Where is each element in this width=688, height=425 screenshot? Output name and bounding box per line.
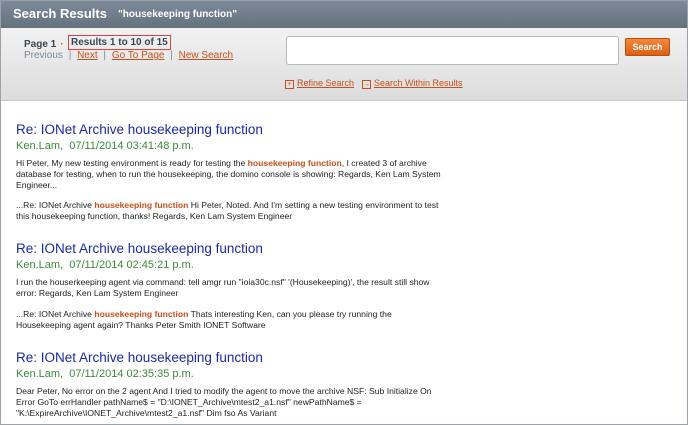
nav-separator: | xyxy=(103,50,107,61)
result-title-link[interactable]: Re: IONet Archive housekeeping function xyxy=(16,241,446,256)
refine-search-label[interactable]: Refine Search xyxy=(297,78,354,88)
goto-page-link[interactable]: Go To Page xyxy=(112,50,165,61)
result-item: Re: IONet Archive housekeeping function … xyxy=(16,122,446,222)
page-number-label: Page 1 · xyxy=(24,39,64,50)
search-term-highlight: housekeeping function xyxy=(94,309,189,319)
result-author: Ken.Lam xyxy=(16,368,61,380)
result-meta: Ken.Lam, 07/11/2014 03:41:48 p.m. xyxy=(16,140,194,152)
result-date: 07/11/2014 02:45:21 p.m. xyxy=(69,259,194,271)
result-author: Ken.Lam xyxy=(16,140,61,152)
pager-nav: Previous | Next | Go To Page | New Searc… xyxy=(24,50,233,61)
results-count-label: Results 1 to 10 of 15 xyxy=(68,35,171,50)
result-date: 07/11/2014 03:41:48 p.m. xyxy=(69,140,194,152)
result-snippet: Dear Peter, No error on the 2 agent And … xyxy=(16,386,446,419)
expand-icon: + xyxy=(285,80,294,89)
result-snippet: ...Re: IONet Archive housekeeping functi… xyxy=(16,200,446,222)
page-number-text: Page 1 xyxy=(24,39,57,50)
nav-separator: | xyxy=(68,50,72,61)
search-controls-panel: Page 1 · Results 1 to 10 of 15 Previous |… xyxy=(1,28,687,101)
next-link[interactable]: Next xyxy=(77,50,98,61)
result-item: Re: IONet Archive housekeeping function … xyxy=(16,241,446,331)
result-snippet: ...Re: IONet Archive housekeeping functi… xyxy=(16,309,446,331)
result-item: Re: IONet Archive housekeeping function … xyxy=(16,350,446,419)
search-button[interactable]: Search xyxy=(625,38,670,56)
result-author: Ken.Lam xyxy=(16,259,61,271)
result-title-link[interactable]: Re: IONet Archive housekeeping function xyxy=(16,122,446,137)
snippet-text: I run the houserkeeping agent via comman… xyxy=(16,277,430,298)
refine-search-link[interactable]: + Refine Search xyxy=(285,78,354,89)
result-meta: Ken.Lam, 07/11/2014 02:45:21 p.m. xyxy=(16,259,194,271)
header-bar: Search Results "housekeeping function" xyxy=(1,1,687,28)
result-meta: Ken.Lam, 07/11/2014 02:35:35 p.m. xyxy=(16,368,194,380)
search-input[interactable] xyxy=(286,36,619,65)
separator-dot: · xyxy=(60,39,64,50)
result-date: 07/11/2014 02:35:35 p.m. xyxy=(69,368,194,380)
search-results-window: Search Results "housekeeping function" P… xyxy=(0,0,688,425)
page-title: Search Results xyxy=(13,6,107,21)
snippet-text: Dear Peter, No error on the 2 agent And … xyxy=(16,386,432,418)
result-snippet: I run the houserkeeping agent via comman… xyxy=(16,277,446,299)
search-term-highlight: housekeeping function xyxy=(94,200,189,210)
arrow-right-icon: → xyxy=(362,80,371,89)
result-title-link[interactable]: Re: IONet Archive housekeeping function xyxy=(16,350,446,365)
nav-separator: | xyxy=(170,50,173,61)
search-term-highlight: housekeeping function xyxy=(247,158,342,168)
snippet-text: ...Re: IONet Archive xyxy=(16,309,95,319)
snippet-text: Hi Peter, My new testing environment is … xyxy=(16,158,248,168)
search-within-link[interactable]: → Search Within Results xyxy=(362,78,463,89)
previous-link: Previous xyxy=(24,50,63,61)
search-query-label: "housekeeping function" xyxy=(118,9,237,20)
new-search-link[interactable]: New Search xyxy=(179,50,233,61)
snippet-text: ...Re: IONet Archive xyxy=(16,200,95,210)
search-within-label[interactable]: Search Within Results xyxy=(374,78,463,88)
result-snippet: Hi Peter, My new testing environment is … xyxy=(16,158,446,191)
